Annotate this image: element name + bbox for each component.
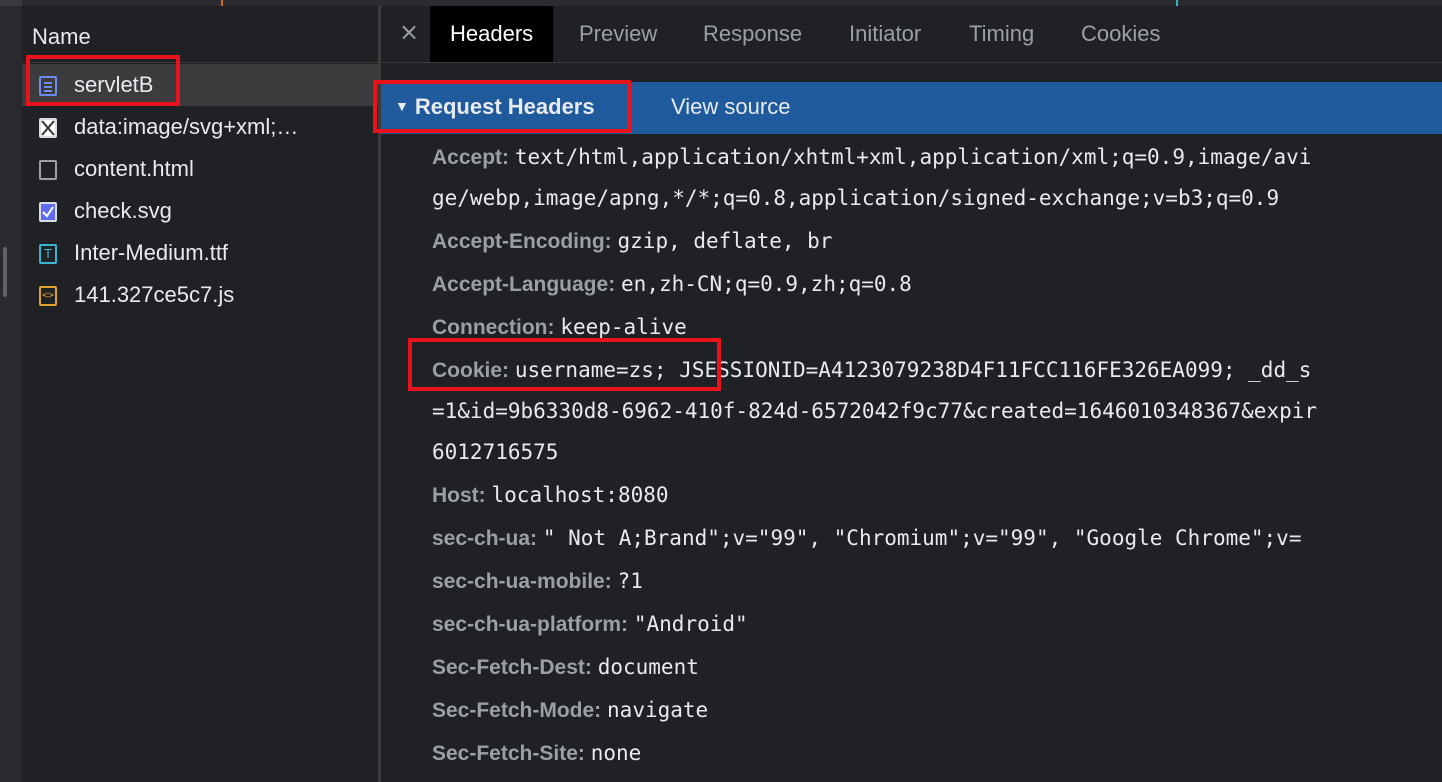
- header-value: en,zh-CN;q=0.9,zh;q=0.8: [621, 272, 912, 296]
- request-name: 141.327ce5c7.js: [74, 282, 235, 307]
- tab-headers[interactable]: Headers: [430, 6, 554, 62]
- image-icon: [39, 118, 57, 138]
- header-key: Sec-Fetch-Dest:: [432, 656, 592, 679]
- header-value: keep-alive: [560, 315, 687, 339]
- view-source-link[interactable]: View source: [671, 94, 790, 120]
- tab-cookies[interactable]: Cookies: [1081, 6, 1160, 62]
- highlight-box-cookie: [408, 338, 721, 391]
- header-row-accept: Accept: text/html,application/xhtml+xml,…: [432, 145, 1311, 170]
- request-name: Inter-Medium.ttf: [74, 240, 229, 265]
- header-value: " Not A;Brand";v="99", "Chromium";v="99"…: [542, 526, 1302, 550]
- close-icon[interactable]: ×: [399, 18, 419, 46]
- header-value: localhost:8080: [491, 483, 669, 507]
- request-row-check-svg[interactable]: check.svg: [22, 190, 378, 232]
- request-row-js[interactable]: <> 141.327ce5c7.js: [22, 274, 378, 316]
- header-key: sec-ch-ua-mobile:: [432, 570, 612, 593]
- request-list-panel: Name servletB data:image/svg+xml;… conte…: [22, 6, 378, 782]
- gutter-top: [0, 0, 22, 6]
- header-row-sec-fetch-dest: Sec-Fetch-Dest: document: [432, 655, 699, 680]
- tab-response[interactable]: Response: [703, 6, 802, 62]
- highlight-box-servletb: [26, 55, 180, 106]
- left-gutter: [0, 0, 23, 782]
- header-value-continuation: ge/webp,image/apng,*/*;q=0.8,application…: [432, 186, 1280, 210]
- header-row-sec-fetch-site: Sec-Fetch-Site: none: [432, 741, 641, 766]
- header-value: navigate: [607, 698, 709, 722]
- header-key: Accept:: [432, 146, 510, 169]
- header-value: gzip, deflate, br: [617, 229, 833, 253]
- header-row-accept-encoding: Accept-Encoding: gzip, deflate, br: [432, 229, 832, 254]
- request-name: content.html: [74, 156, 194, 181]
- font-file-icon: T: [39, 244, 57, 264]
- header-key: sec-ch-ua-platform:: [432, 613, 629, 636]
- blank-file-icon: [39, 160, 57, 180]
- header-value: none: [590, 741, 642, 765]
- header-key: Sec-Fetch-Mode:: [432, 699, 602, 722]
- header-row-accept-language: Accept-Language: en,zh-CN;q=0.9,zh;q=0.8: [432, 272, 912, 297]
- header-key: Sec-Fetch-Site:: [432, 742, 585, 765]
- header-value: text/html,application/xhtml+xml,applicat…: [514, 145, 1312, 169]
- header-value: ?1: [617, 569, 643, 593]
- header-key: Host:: [432, 484, 486, 507]
- script-file-icon: <>: [39, 286, 57, 306]
- highlight-box-request-headers: [373, 80, 631, 133]
- header-key: sec-ch-ua:: [432, 527, 538, 550]
- tab-preview[interactable]: Preview: [579, 6, 657, 62]
- request-row-content-html[interactable]: content.html: [22, 148, 378, 190]
- request-row-inter-font[interactable]: T Inter-Medium.ttf: [22, 232, 378, 274]
- header-value: "Android": [633, 612, 748, 636]
- header-value: document: [597, 655, 699, 679]
- header-key: Accept-Encoding:: [432, 230, 612, 253]
- header-row-connection: Connection: keep-alive: [432, 315, 687, 340]
- header-row-host: Host: localhost:8080: [432, 483, 669, 508]
- header-value-continuation: =1&id=9b6330d8-6962-410f-824d-6572042f9c…: [432, 399, 1318, 423]
- header-row-sec-ch-ua-platform: sec-ch-ua-platform: "Android": [432, 612, 748, 637]
- request-name: data:image/svg+xml;…: [74, 114, 299, 139]
- drag-handle[interactable]: [3, 247, 7, 297]
- detail-tabs-bar: × Headers Preview Response Initiator Tim…: [381, 6, 1442, 63]
- header-row-sec-fetch-mode: Sec-Fetch-Mode: navigate: [432, 698, 708, 723]
- request-row-data-image[interactable]: data:image/svg+xml;…: [22, 106, 378, 148]
- header-row-sec-ch-ua: sec-ch-ua: " Not A;Brand";v="99", "Chrom…: [432, 526, 1301, 551]
- tab-timing[interactable]: Timing: [969, 6, 1034, 62]
- header-key: Connection:: [432, 316, 555, 339]
- header-row-sec-ch-ua-mobile: sec-ch-ua-mobile: ?1: [432, 569, 643, 594]
- name-column-label: Name: [32, 24, 91, 49]
- request-name: check.svg: [74, 198, 172, 223]
- tab-initiator[interactable]: Initiator: [849, 6, 921, 62]
- checkbox-icon: [39, 202, 57, 222]
- header-value-continuation: 6012716575: [432, 440, 559, 464]
- header-key: Accept-Language:: [432, 273, 616, 296]
